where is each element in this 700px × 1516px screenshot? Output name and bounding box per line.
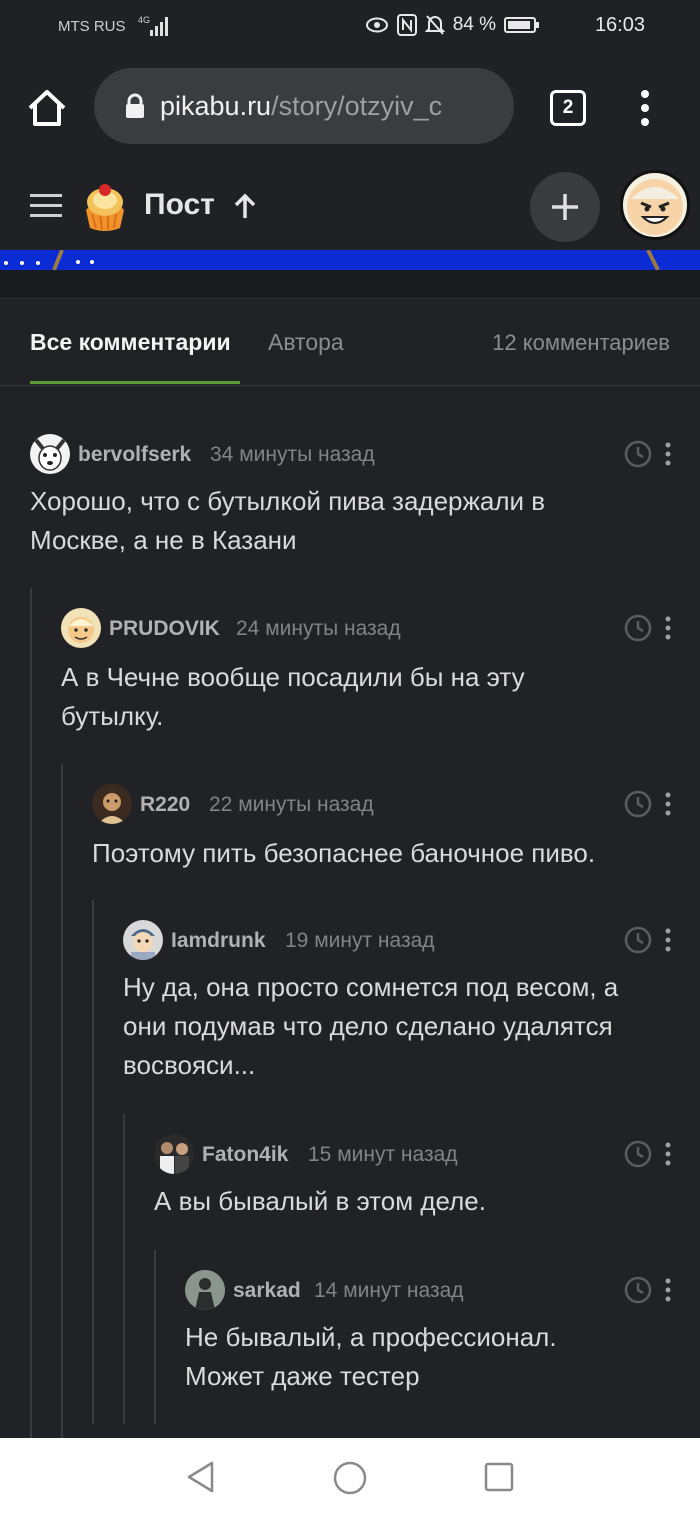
clock-icon[interactable] <box>624 1140 652 1168</box>
comment-line: Не бывалый, а профессионал. <box>185 1322 557 1352</box>
comment-text: Поэтому пить безопаснее баночное пиво. <box>92 834 682 873</box>
banner-image <box>0 249 700 271</box>
comment-text: А вы бывалый в этом деле. <box>154 1182 674 1221</box>
active-tab-indicator <box>30 381 240 384</box>
comment-author[interactable]: PRUDOVIK <box>109 617 220 641</box>
comment-line: восвояси... <box>123 1050 256 1080</box>
divider <box>0 270 700 298</box>
profile-avatar[interactable] <box>620 170 690 240</box>
comment-text: Ну да, она просто сомнется под весом, а … <box>123 968 683 1085</box>
arrow-up-icon[interactable] <box>232 192 258 220</box>
clock-icon[interactable] <box>624 790 652 818</box>
comment-time: 19 минут назад <box>285 929 435 952</box>
more-options-icon[interactable] <box>664 1278 672 1302</box>
eye-icon <box>365 17 388 33</box>
recent-apps-icon[interactable] <box>484 1462 514 1492</box>
back-icon[interactable] <box>184 1460 218 1494</box>
browser-toolbar: pikabu.ru/story/otzyiv_c 2 <box>0 52 700 164</box>
network-type: 4G <box>138 15 150 25</box>
clock-icon[interactable] <box>624 614 652 642</box>
avatar-face-icon <box>68 617 94 643</box>
clock-icon[interactable] <box>624 926 652 954</box>
thread-line[interactable] <box>30 588 32 1438</box>
comment-line: они подумав что дело сделано удалятся <box>123 1011 613 1041</box>
comment-text: Не бывалый, а профессионал. Может даже т… <box>185 1318 675 1396</box>
battery-percent: 84 % <box>452 14 496 35</box>
carrier-label: MTS RUS <box>58 18 126 35</box>
comment-author[interactable]: Faton4ik <box>202 1143 288 1167</box>
avatar-face-icon <box>627 179 683 235</box>
more-options-icon[interactable] <box>664 928 672 952</box>
avatar[interactable] <box>30 434 70 474</box>
comment-time: 14 минут назад <box>314 1279 464 1302</box>
url-host: pikabu.ru <box>160 90 272 121</box>
tab-author-comments[interactable]: Автора <box>268 329 344 356</box>
more-options-icon[interactable] <box>664 792 672 816</box>
thread-line[interactable] <box>61 764 63 1438</box>
nfc-icon <box>396 14 417 36</box>
avatar[interactable] <box>92 784 132 824</box>
tab-all-comments[interactable]: Все комментарии <box>30 329 231 356</box>
comment-tabs: Все комментарии Автора 12 комментариев <box>0 298 700 386</box>
comment-line: Ну да, она просто сомнется под весом, а <box>123 972 619 1002</box>
more-options-icon[interactable] <box>664 616 672 640</box>
pikabu-logo-icon[interactable] <box>78 180 132 234</box>
clock: 16:03 <box>594 14 645 36</box>
comment-line: Хорошо, что с бутылкой пива задержали в <box>30 486 546 516</box>
battery-icon <box>504 17 539 33</box>
page-title: Пост <box>144 188 215 221</box>
thread-line[interactable] <box>154 1250 156 1424</box>
lock-icon <box>126 93 144 118</box>
app-header: Пост <box>0 164 700 250</box>
system-navigation-bar <box>0 1438 700 1516</box>
tab-switcher-button[interactable]: 2 <box>550 90 586 126</box>
status-icons: 84 % <box>365 14 540 36</box>
plus-icon <box>552 194 578 220</box>
hamburger-menu-icon[interactable] <box>30 194 62 218</box>
url-path: /story/otzyiv_c <box>271 90 443 121</box>
comment-line: Может даже тестер <box>185 1361 420 1391</box>
comment-line: бутылку. <box>61 701 164 731</box>
avatar[interactable] <box>61 608 101 648</box>
comment-line: Москве, а не в Казани <box>30 525 297 555</box>
mute-bell-icon <box>424 15 445 35</box>
avatar-dog-icon <box>34 438 66 471</box>
signal-icon: 4G <box>138 15 168 36</box>
comment-count: 12 комментариев <box>492 330 670 355</box>
comment-text: А в Чечне вообще посадили бы на эту буты… <box>61 658 671 736</box>
thread-line[interactable] <box>123 1114 125 1424</box>
clock-icon[interactable] <box>624 1276 652 1304</box>
comment-author[interactable]: Iamdrunk <box>171 929 266 953</box>
comment-line: Поэтому пить безопаснее баночное пиво. <box>92 838 596 868</box>
comment-author[interactable]: bervolfserk <box>78 443 191 467</box>
comment-author[interactable]: R220 <box>140 793 190 817</box>
avatar-character-icon <box>131 929 155 960</box>
avatar-photo-icon <box>154 1134 194 1174</box>
clock-icon[interactable] <box>624 440 652 468</box>
avatar[interactable] <box>123 920 163 960</box>
comment-line: А в Чечне вообще посадили бы на эту <box>61 662 525 692</box>
post-image-strip <box>0 249 700 271</box>
comment-time: 24 минуты назад <box>236 617 401 640</box>
comment-text: Хорошо, что с бутылкой пива задержали в … <box>30 482 670 560</box>
avatar-photo-icon <box>185 1270 225 1310</box>
status-bar: MTS RUS 4G 84 % 16:03 <box>0 0 700 52</box>
comment-line: А вы бывалый в этом деле. <box>154 1186 486 1216</box>
comment-author[interactable]: sarkad <box>233 1279 301 1303</box>
avatar[interactable] <box>154 1134 194 1174</box>
add-post-button[interactable] <box>530 172 600 242</box>
comment-time: 22 минуты назад <box>209 793 374 816</box>
more-options-icon[interactable] <box>664 1142 672 1166</box>
comment-time: 34 минуты назад <box>210 443 375 466</box>
comment-time: 15 минут назад <box>308 1143 458 1166</box>
thread-line[interactable] <box>92 900 94 1424</box>
avatar-face-icon <box>98 793 126 824</box>
browser-menu-icon[interactable] <box>640 88 650 128</box>
address-bar[interactable]: pikabu.ru/story/otzyiv_c <box>94 68 514 144</box>
home-circle-icon[interactable] <box>332 1460 368 1496</box>
avatar[interactable] <box>185 1270 225 1310</box>
more-options-icon[interactable] <box>664 442 672 466</box>
home-icon[interactable] <box>26 88 68 128</box>
url-text: pikabu.ru/story/otzyiv_c <box>160 91 442 122</box>
